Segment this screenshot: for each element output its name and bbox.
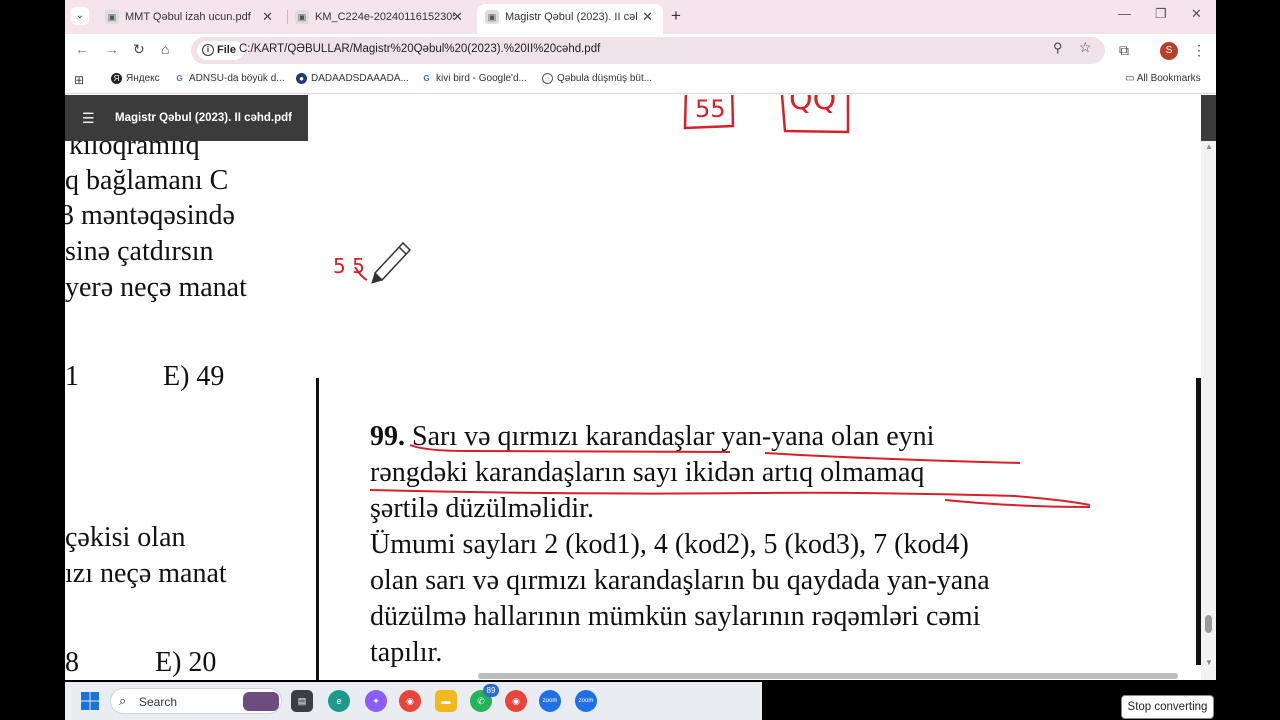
forward-icon[interactable]: → — [105, 41, 119, 57]
tab-search-button[interactable]: ⌄ — [71, 7, 89, 25]
bookmark-item[interactable]: G ADNSU-da böyük d... — [174, 73, 285, 84]
close-icon[interactable]: ✕ — [642, 4, 653, 30]
tab-mmt[interactable]: ▣ MMT Qəbul izah ucun.pdf ✕ — [97, 4, 283, 30]
whatsapp-icon[interactable]: ✆ 89 — [470, 684, 499, 712]
star-icon[interactable]: ☆ — [1079, 39, 1092, 56]
zoom-app-icon[interactable]: zoom — [575, 690, 597, 712]
zoom-icon[interactable]: ⚲ — [1053, 40, 1063, 56]
pdf-viewer[interactable]: kiloqramlıq q bağlamanı C 3 məntəqəsində… — [65, 95, 1216, 680]
globe-icon: ◌ — [542, 73, 553, 84]
url-text[interactable]: C:/KART/QƏBULLAR/Magistr%20Qəbul%20(2023… — [239, 43, 600, 55]
stop-converting-button[interactable]: Stop converting — [1121, 695, 1214, 719]
yandex-icon: Я — [111, 73, 122, 84]
edge-icon[interactable]: e — [328, 690, 350, 712]
bookmarks-bar: ⊞ Я Яндекс G ADNSU-da böyük d... ● DADAA… — [65, 66, 1216, 94]
address-bar[interactable]: i File C:/KART/QƏBULLAR/Magistr%20Qəbul%… — [191, 37, 1105, 64]
taskbar-search[interactable]: ⌕ Search — [110, 688, 282, 714]
search-label: Search — [139, 695, 178, 709]
minimize-icon[interactable]: — — [1118, 6, 1131, 21]
notification-badge: 89 — [483, 684, 499, 697]
profile-avatar[interactable]: S — [1160, 42, 1178, 60]
zoom-app-icon[interactable]: zoom — [539, 690, 561, 712]
close-icon[interactable]: ✕ — [452, 4, 463, 30]
pdf-file-icon: ▣ — [295, 10, 309, 24]
toolbar: ← → ↻ ⌂ i File C:/KART/QƏBULLAR/Magistr%… — [65, 34, 1216, 66]
browser-window: ⌄ ▣ MMT Qəbul izah ucun.pdf ✕ ▣ KM_C224e… — [65, 0, 1216, 680]
scroll-thumb[interactable] — [1205, 615, 1212, 633]
tab-title: KM_C224e-20240116152305 — [315, 11, 455, 23]
tab-title: MMT Qəbul izah ucun.pdf — [125, 11, 251, 23]
tab-title: Magistr Qəbul (2023). II cəhd.pc — [505, 11, 637, 23]
underline-strokes — [369, 444, 1091, 508]
new-tab-icon[interactable]: + — [671, 6, 681, 26]
pdf-file-icon: ▣ — [105, 10, 119, 24]
annotation-box-55: 55 — [683, 95, 735, 130]
annotation-text: QQ — [789, 95, 836, 117]
bookmark-item[interactable]: G kivi bird - Google'd... — [421, 73, 527, 84]
vertical-scrollbar[interactable]: ▲ ▼ — [1201, 95, 1216, 680]
file-explorer-icon[interactable]: ▬ — [435, 690, 457, 712]
google-icon: G — [176, 74, 183, 83]
tab-km[interactable]: ▣ KM_C224e-20240116152305 ✕ — [287, 4, 473, 30]
bookmark-label: Qəbula düşmüş büt... — [557, 73, 653, 84]
bookmark-item[interactable]: ● DADAADSDAAADA... — [296, 73, 409, 84]
back-icon[interactable]: ← — [75, 41, 89, 57]
site-icon: ● — [296, 73, 307, 84]
site-info-chip[interactable]: i File — [197, 41, 244, 60]
all-bookmarks-label: All Bookmarks — [1136, 73, 1201, 84]
search-icon: ⌕ — [119, 693, 127, 708]
chevron-down-icon: ⌄ — [75, 10, 85, 21]
bookmark-label: kivi bird - Google'd... — [436, 73, 527, 84]
chrome-icon[interactable]: ◉ — [399, 690, 421, 712]
reload-icon[interactable]: ↻ — [133, 41, 145, 58]
annotation-text: 55 — [695, 95, 726, 123]
close-window-icon[interactable]: ✕ — [1191, 6, 1202, 22]
task-view-icon[interactable]: ▤ — [291, 690, 313, 712]
search-highlight-image — [243, 692, 279, 711]
scrollbar-header — [1201, 95, 1216, 141]
annotation-note: 5 5 — [333, 254, 368, 281]
folder-icon: ▭ — [1125, 73, 1135, 84]
bookmark-label: Яндекс — [126, 73, 160, 84]
ink-annotations: 55 QQ 5 5 — [333, 95, 1091, 508]
screen: ⌄ ▣ MMT Qəbul izah ucun.pdf ✕ ▣ KM_C224e… — [0, 0, 1280, 720]
scroll-down-icon[interactable]: ▼ — [1205, 658, 1213, 667]
tab-strip: ⌄ ▣ MMT Qəbul izah ucun.pdf ✕ ▣ KM_C224e… — [65, 0, 1216, 34]
close-icon[interactable]: ✕ — [262, 4, 273, 30]
menu-icon[interactable]: ⋮ — [1192, 42, 1206, 59]
restore-icon[interactable]: ❐ — [1155, 6, 1167, 22]
chip-label: File — [217, 44, 236, 56]
extensions-icon[interactable]: ⧉ — [1119, 42, 1129, 59]
copilot-icon[interactable]: ✦ — [365, 690, 387, 712]
info-icon: i — [202, 44, 214, 56]
taskbar: ⌕ Search ▤ e ✦ ◉ ▬ ✆ 89 ◉ zoom zoom — [65, 682, 762, 720]
all-bookmarks[interactable]: ▭ All Bookmarks — [1125, 73, 1201, 84]
windows-start-icon[interactable] — [81, 692, 99, 710]
home-icon[interactable]: ⌂ — [161, 41, 169, 57]
apps-grid-icon[interactable]: ⊞ — [74, 73, 84, 87]
bookmark-item[interactable]: Я Яндекс — [111, 73, 160, 84]
pencil-cursor-icon — [371, 241, 412, 284]
chrome-profile-icon[interactable]: ◉ — [505, 690, 527, 712]
annotation-box-qq: QQ — [780, 95, 850, 134]
bookmark-item[interactable]: ◌ Qəbula düşmüş büt... — [542, 73, 652, 84]
google-icon: G — [423, 74, 430, 83]
bookmark-label: DADAADSDAAADA... — [311, 73, 409, 84]
tab-magistr[interactable]: ▣ Magistr Qəbul (2023). II cəhd.pc ✕ — [477, 4, 663, 34]
bookmark-label: ADNSU-da böyük d... — [189, 73, 285, 84]
scroll-up-icon[interactable]: ▲ — [1205, 142, 1213, 151]
pdf-file-icon: ▣ — [485, 10, 499, 24]
